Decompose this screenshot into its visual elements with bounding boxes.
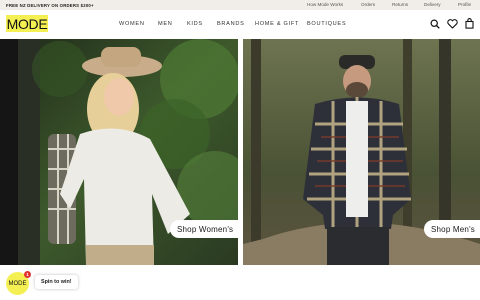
notification-badge: 1 <box>24 271 31 278</box>
spin-badge-label: MODE <box>8 280 27 287</box>
men-hero[interactable]: Shop Men's <box>243 39 480 265</box>
heart-icon[interactable] <box>447 18 458 29</box>
profile-link[interactable]: Profile <box>458 2 471 7</box>
nav-women[interactable]: WOMEN <box>119 21 145 27</box>
page: FREE NZ DELIVERY ON ORDERS $200+ How Mod… <box>0 0 480 300</box>
shop-womens-button[interactable]: Shop Women's <box>170 220 238 238</box>
header-icons <box>430 18 474 29</box>
nav-men[interactable]: MEN <box>158 21 173 27</box>
free-delivery-promo: FREE NZ DELIVERY ON ORDERS $200+ <box>6 2 94 8</box>
utility-bar: FREE NZ DELIVERY ON ORDERS $200+ How Mod… <box>0 0 480 10</box>
search-icon[interactable] <box>430 18 440 29</box>
main-header: MODE WOMEN MEN KIDS BRANDS HOME & GIFT B… <box>0 10 480 38</box>
mode-logo[interactable]: MODE <box>6 15 48 32</box>
nav-home-gift[interactable]: HOME & GIFT <box>255 21 299 27</box>
how-mode-works-link[interactable]: How Mode Works <box>307 2 343 7</box>
delivery-link[interactable]: Delivery <box>424 2 441 7</box>
orders-link[interactable]: Orders <box>361 2 375 7</box>
returns-link[interactable]: Returns <box>392 2 408 7</box>
spin-to-win-button[interactable]: Spin to win! <box>35 275 78 289</box>
shopping-bag-icon[interactable] <box>465 18 474 29</box>
shop-mens-button[interactable]: Shop Men's <box>424 220 480 238</box>
bottom-area: MODE 1 Spin to win! <box>0 265 480 300</box>
nav-kids[interactable]: KIDS <box>187 21 203 27</box>
women-hero[interactable]: Shop Women's <box>0 39 238 265</box>
nav-brands[interactable]: BRANDS <box>217 21 245 27</box>
logo-text: MODE <box>6 15 48 32</box>
nav-boutiques[interactable]: BOUTIQUES <box>307 21 346 27</box>
